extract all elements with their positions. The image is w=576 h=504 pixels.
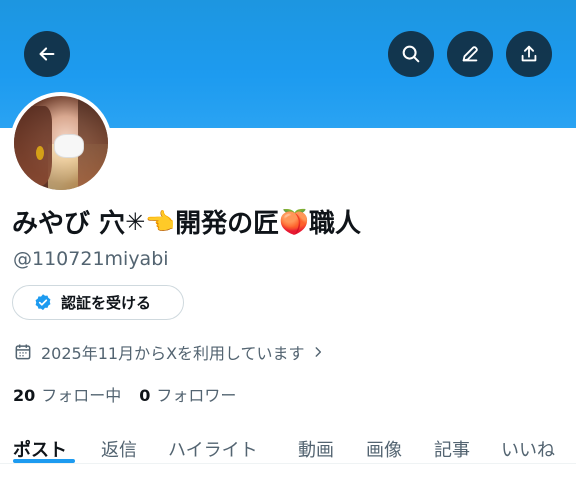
followers-count: 0 [139,386,151,405]
avatar-photo [14,96,108,190]
user-handle: @110721miyabi [13,248,169,270]
pencil-icon [462,46,478,62]
edit-button[interactable] [447,31,493,77]
calendar-icon [15,344,31,360]
back-button[interactable] [24,31,70,77]
profile-tabs: ポスト 返信 ハイライト 動画 画像 記事 いいね [0,426,576,472]
get-verified-label: 認証を受ける [61,294,152,312]
pointing-hand-emoji: 👈 [145,207,176,236]
verified-badge-icon [35,293,51,310]
tabs-divider [0,463,576,464]
search-button[interactable] [388,31,434,77]
joined-date-text: 2025年11月からXを利用しています [41,344,305,363]
tab-highlights[interactable]: ハイライト [168,436,258,462]
display-name-part: 職人 [308,209,361,239]
tab-likes[interactable]: いいね [501,436,555,462]
asterisk-emoji: ✳ [125,207,146,236]
display-name-part: 開発の匠 [175,209,280,239]
search-icon [402,45,420,63]
tab-images[interactable]: 画像 [366,436,402,462]
get-verified-button[interactable]: 認証を受ける [12,285,184,320]
following-link[interactable]: 20 フォロー中 [13,382,121,406]
chevron-right-icon [315,347,321,357]
following-label: フォロー中 [41,386,122,405]
followers-label: フォロワー [156,386,237,405]
share-icon [521,45,537,62]
following-count: 20 [13,386,36,405]
arrow-left-icon [39,47,55,61]
display-name-part: みやび 穴 [12,209,126,239]
tab-videos[interactable]: 動画 [298,436,334,462]
tab-articles[interactable]: 記事 [434,436,470,462]
display-name: みやび 穴 ✳ 👈 開発の匠 🍑 職人 [12,203,361,240]
peach-emoji: 🍑 [279,207,309,236]
followers-link[interactable]: 0 フォロワー [139,382,236,406]
joined-date[interactable]: 2025年11月からXを利用しています [13,340,325,364]
follow-stats: 20 フォロー中 0 フォロワー [13,382,236,406]
avatar[interactable] [10,92,112,194]
tab-replies[interactable]: 返信 [101,436,137,462]
share-button[interactable] [506,31,552,77]
